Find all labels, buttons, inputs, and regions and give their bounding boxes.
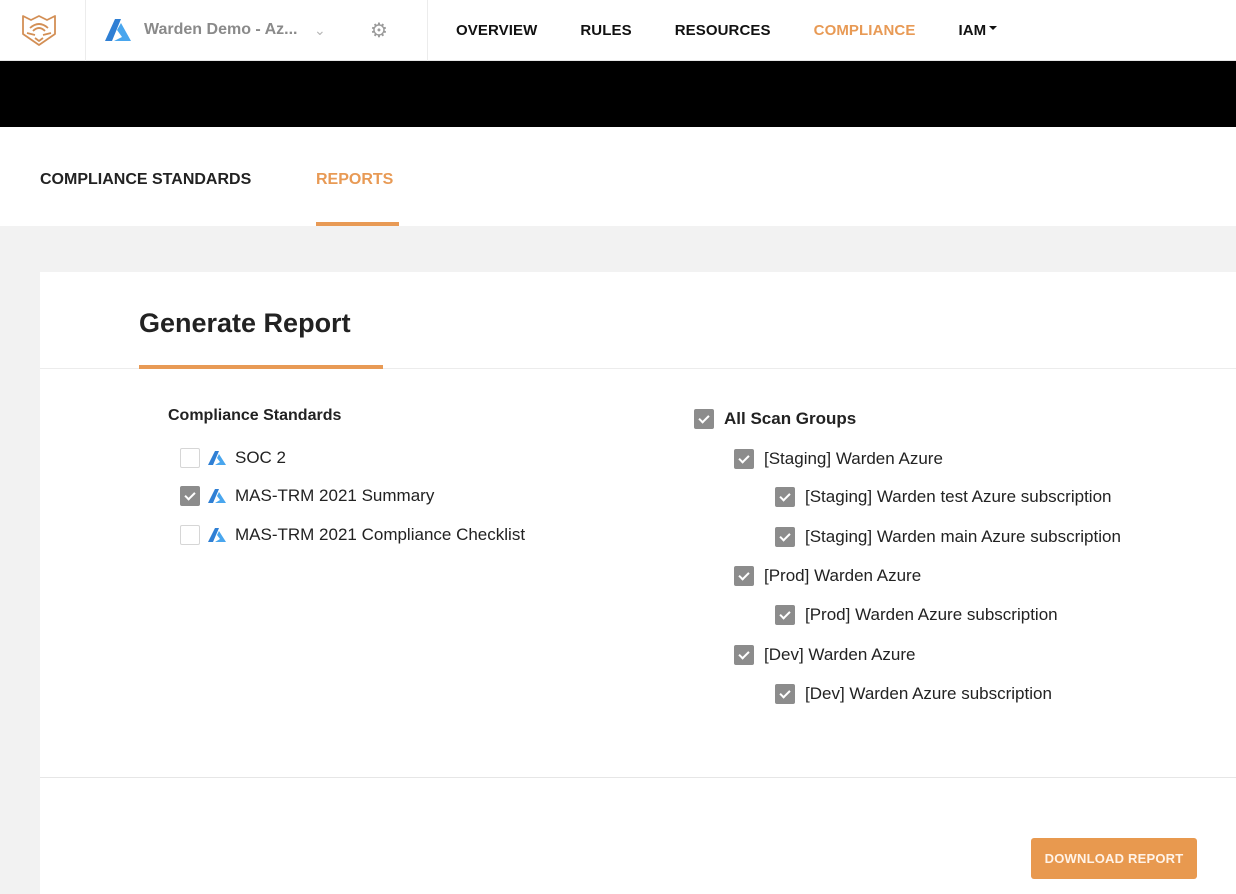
subscription-checkbox[interactable] — [775, 487, 795, 507]
subscription-label: [Staging] Warden test Azure subscription — [805, 487, 1112, 506]
scan-group-item[interactable]: [Prod] Warden Azure — [734, 565, 921, 587]
standard-label: MAS-TRM 2021 Summary — [235, 486, 435, 505]
divider — [40, 777, 1236, 778]
subscription-checkbox[interactable] — [775, 527, 795, 547]
page-background — [0, 226, 40, 894]
nav-compliance[interactable]: COMPLIANCE — [814, 22, 916, 39]
subscription-item[interactable]: [Prod] Warden Azure subscription — [775, 604, 1058, 626]
generate-report-card: Generate Report Compliance Standards SOC… — [40, 272, 1236, 894]
subscription-item[interactable]: [Staging] Warden test Azure subscription — [775, 486, 1111, 508]
card-title: Generate Report — [139, 308, 351, 338]
top-navbar: Warden Demo - Az... ⌄ ⚙ OVERVIEW RULES R… — [0, 0, 1236, 61]
chevron-down-icon[interactable]: ⌄ — [314, 22, 334, 39]
standard-item[interactable]: MAS-TRM 2021 Summary — [180, 485, 434, 507]
nav-iam-label: IAM — [958, 21, 987, 39]
tiger-logo-icon — [21, 15, 56, 46]
sub-tabs: COMPLIANCE STANDARDS REPORTS — [0, 127, 1236, 226]
standard-checkbox[interactable] — [180, 486, 200, 506]
caret-down-icon — [989, 25, 998, 30]
nav-iam[interactable]: IAM — [958, 21, 998, 39]
standard-label: SOC 2 — [235, 448, 287, 467]
nav-resources[interactable]: RESOURCES — [675, 22, 771, 39]
azure-icon — [105, 19, 131, 41]
gear-icon[interactable]: ⚙ — [370, 18, 388, 43]
subscription-label: [Prod] Warden Azure subscription — [805, 605, 1058, 624]
nav-overview[interactable]: OVERVIEW — [456, 22, 537, 39]
azure-icon — [208, 489, 226, 503]
standard-checkbox[interactable] — [180, 525, 200, 545]
azure-icon — [208, 451, 226, 465]
scan-group-label: [Dev] Warden Azure — [764, 645, 916, 664]
compliance-standards-heading: Compliance Standards — [168, 407, 342, 424]
main-menu: OVERVIEW RULES RESOURCES COMPLIANCE IAM — [428, 0, 1040, 61]
azure-icon — [208, 528, 226, 542]
tab-reports[interactable]: REPORTS — [316, 171, 393, 189]
standard-item[interactable]: SOC 2 — [180, 447, 286, 469]
standard-checkbox[interactable] — [180, 448, 200, 468]
all-scan-groups-checkbox[interactable] — [694, 409, 714, 429]
subscription-checkbox[interactable] — [775, 684, 795, 704]
subscription-item[interactable]: [Dev] Warden Azure subscription — [775, 683, 1052, 705]
standard-item[interactable]: MAS-TRM 2021 Compliance Checklist — [180, 524, 525, 546]
scan-group-item[interactable]: [Staging] Warden Azure — [734, 448, 943, 470]
subscription-item[interactable]: [Staging] Warden main Azure subscription — [775, 526, 1121, 548]
subscription-label: [Dev] Warden Azure subscription — [805, 684, 1052, 703]
title-underline — [139, 365, 383, 369]
all-scan-groups[interactable]: All Scan Groups — [694, 408, 856, 430]
redacted-banner — [0, 61, 1236, 127]
scan-group-checkbox[interactable] — [734, 449, 754, 469]
project-selector[interactable]: Warden Demo - Az... ⌄ ⚙ — [86, 0, 428, 61]
nav-rules[interactable]: RULES — [580, 22, 631, 39]
active-tab-indicator — [316, 222, 399, 226]
scan-group-item[interactable]: [Dev] Warden Azure — [734, 644, 916, 666]
download-report-button[interactable]: DOWNLOAD REPORT — [1031, 838, 1197, 879]
scan-group-checkbox[interactable] — [734, 566, 754, 586]
subscription-label: [Staging] Warden main Azure subscription — [805, 527, 1121, 546]
scan-group-label: [Staging] Warden Azure — [764, 449, 943, 468]
tab-compliance-standards[interactable]: COMPLIANCE STANDARDS — [40, 171, 251, 189]
project-name: Warden Demo - Az... — [144, 21, 298, 38]
scan-group-label: [Prod] Warden Azure — [764, 566, 922, 585]
subscription-checkbox[interactable] — [775, 605, 795, 625]
all-scan-groups-label: All Scan Groups — [724, 409, 857, 428]
scan-group-checkbox[interactable] — [734, 645, 754, 665]
standard-label: MAS-TRM 2021 Compliance Checklist — [235, 525, 526, 544]
logo[interactable] — [0, 0, 86, 61]
